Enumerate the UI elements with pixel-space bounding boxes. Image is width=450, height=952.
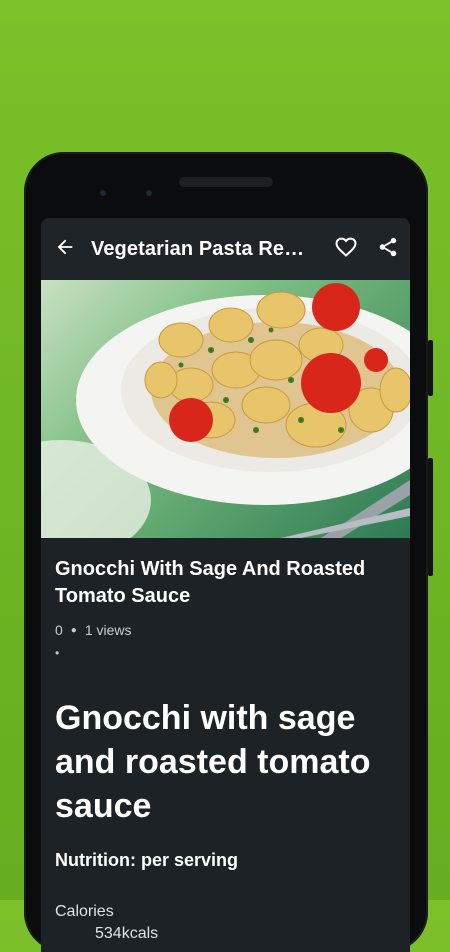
app-title: Vegetarian Pasta Re… bbox=[91, 237, 305, 260]
phone-sensor-dot bbox=[146, 190, 152, 196]
phone-side-button bbox=[428, 340, 433, 396]
nutrition-label: Nutrition: per serving bbox=[55, 850, 239, 870]
recipe-heading: Gnocchi with sage and roasted tomato sau… bbox=[55, 699, 371, 825]
share-button[interactable] bbox=[366, 225, 410, 273]
meta-separator: ● bbox=[70, 624, 77, 636]
views-count: 1 views bbox=[84, 622, 132, 638]
recipe-content: Gnocchi With Sage And Roasted Tomato Sau… bbox=[41, 556, 410, 943]
back-button[interactable] bbox=[41, 225, 89, 273]
share-icon bbox=[377, 236, 399, 263]
recipe-image bbox=[41, 280, 410, 538]
phone-volume-button bbox=[428, 458, 433, 576]
phone-speaker bbox=[179, 177, 273, 187]
bullet-point: • bbox=[55, 646, 60, 660]
calories-label: Calories bbox=[55, 903, 114, 920]
app-bar: Vegetarian Pasta Re… bbox=[41, 218, 410, 280]
recipe-meta: 0 ● 1 views bbox=[55, 622, 396, 638]
likes-count: 0 bbox=[55, 622, 63, 638]
heart-outline-icon bbox=[334, 235, 358, 264]
phone-frame: Vegetarian Pasta Re… Gnocchi With Sage A… bbox=[24, 152, 433, 952]
arrow-back-icon bbox=[54, 236, 76, 263]
app-screen: Vegetarian Pasta Re… Gnocchi With Sage A… bbox=[41, 218, 410, 952]
favorite-button[interactable] bbox=[326, 225, 366, 273]
calories-value: 534kcals bbox=[95, 925, 159, 942]
phone-camera-dot bbox=[100, 190, 106, 196]
recipe-title: Gnocchi With Sage And Roasted Tomato Sau… bbox=[55, 558, 366, 607]
